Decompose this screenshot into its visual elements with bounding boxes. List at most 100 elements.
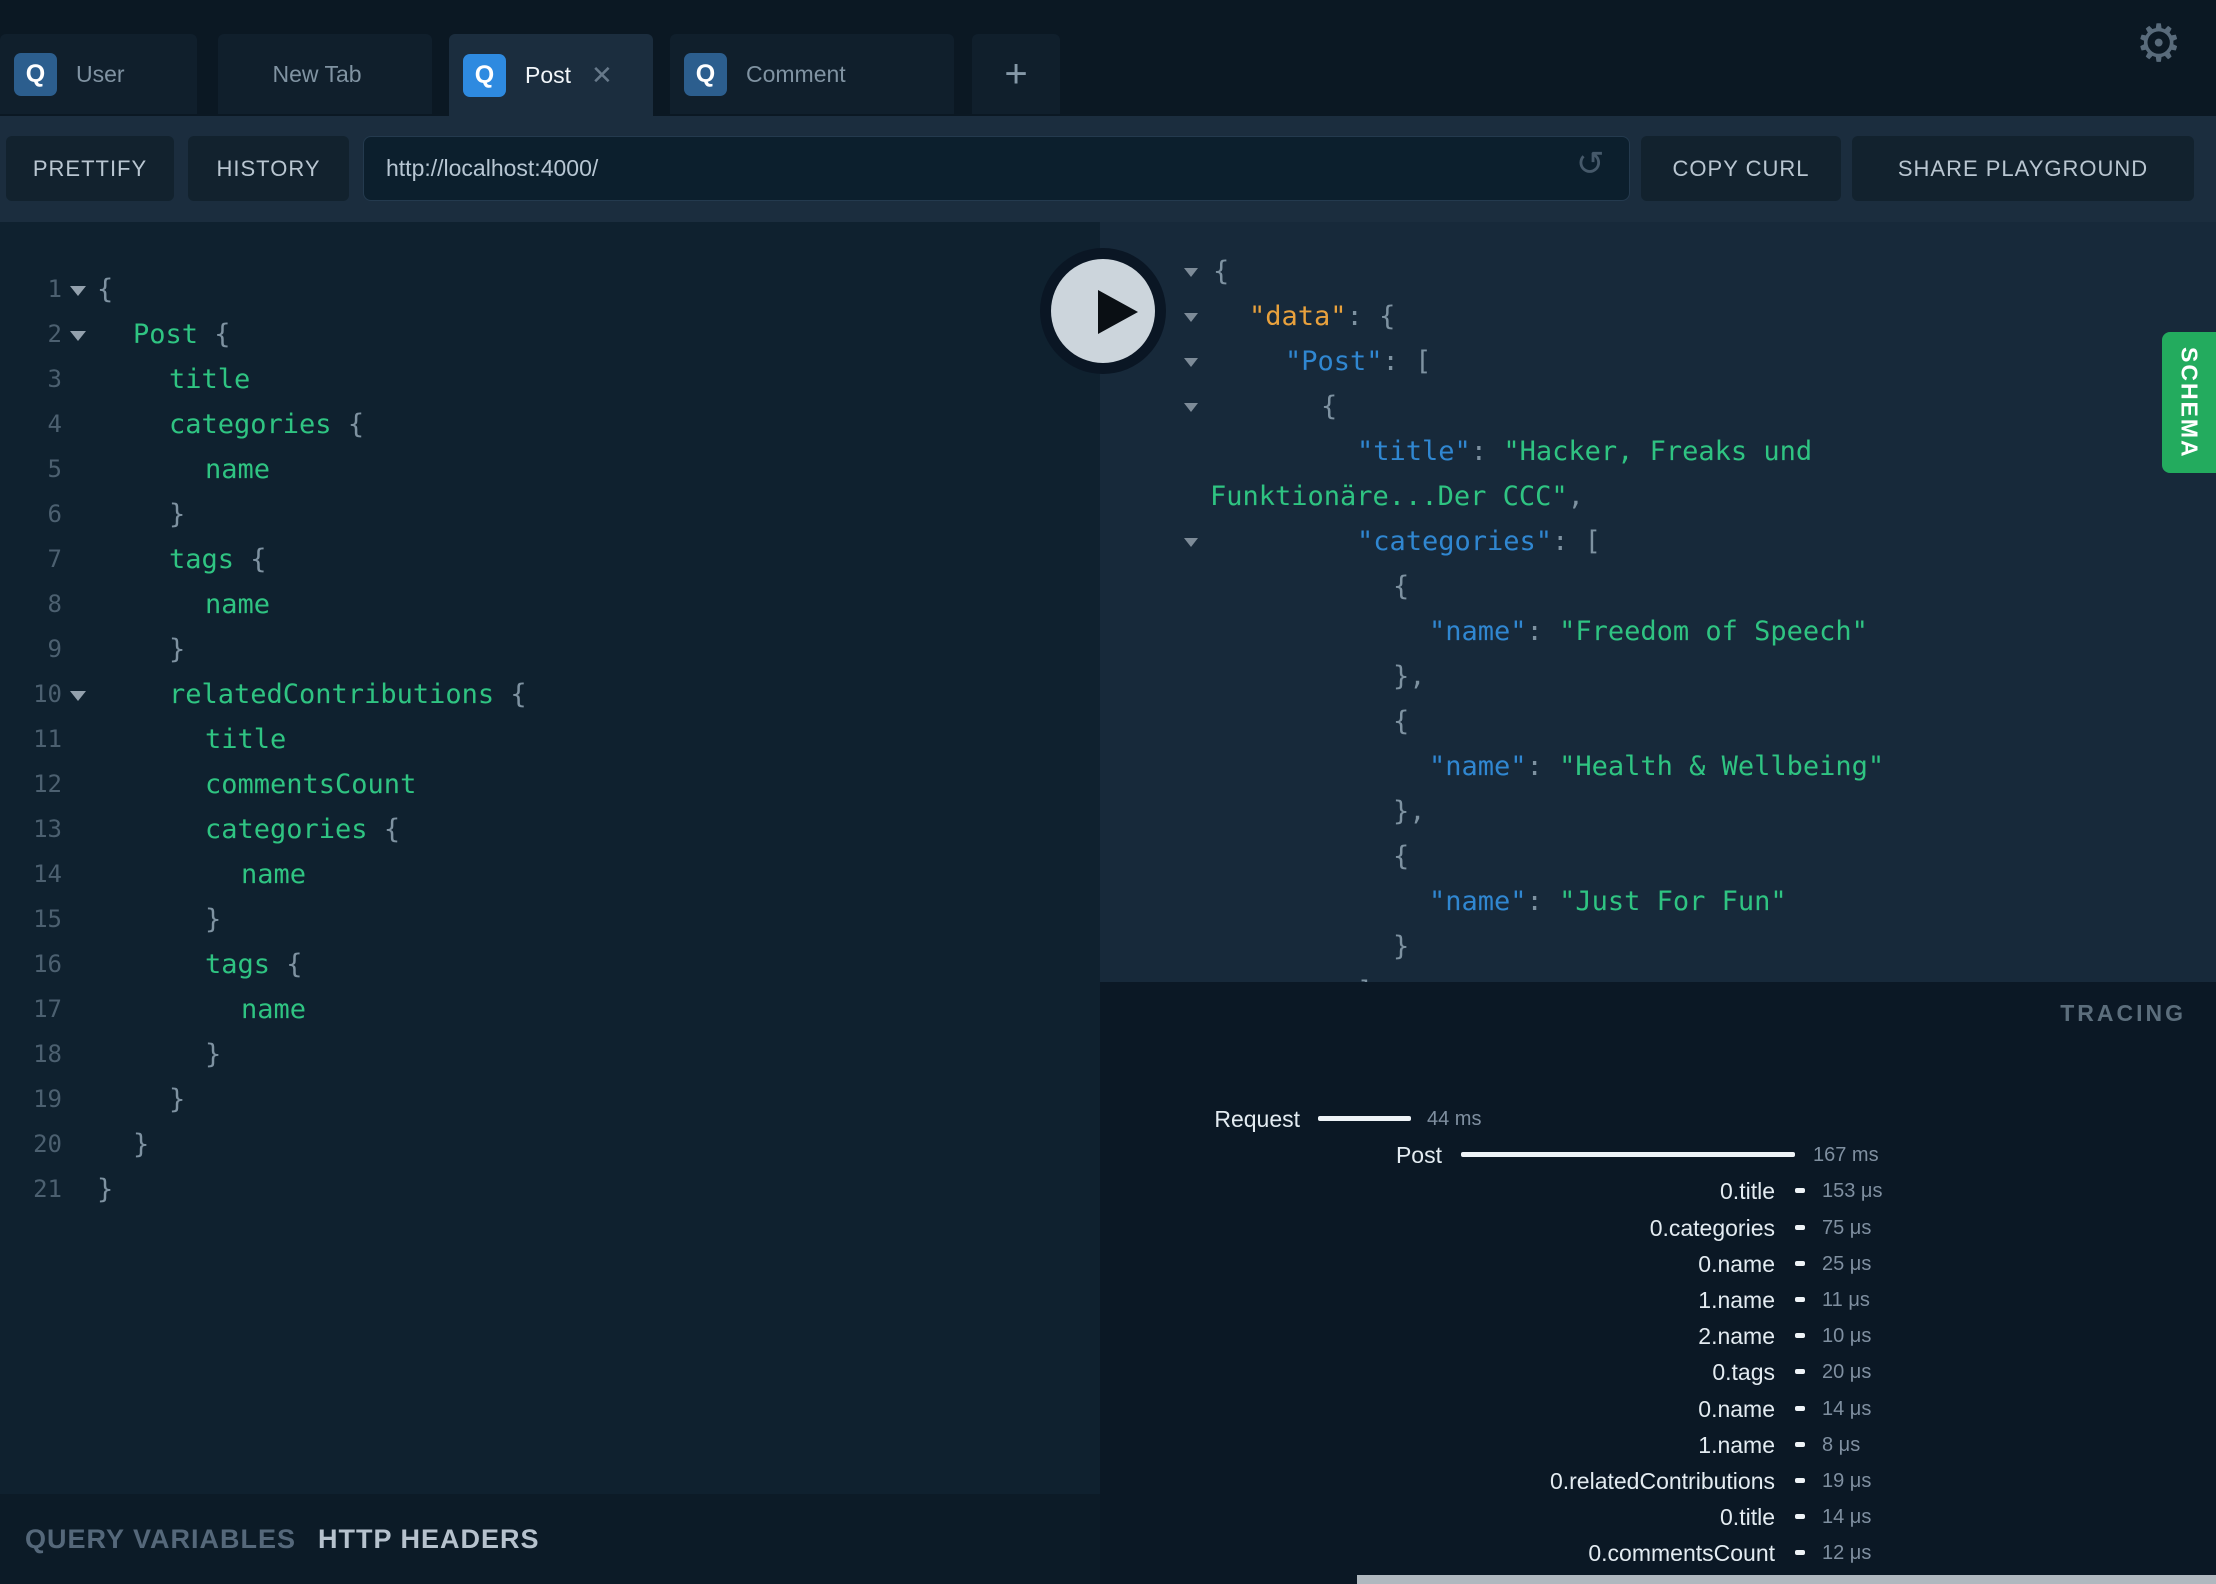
code-token: {	[383, 814, 401, 845]
code-token: "Post"	[1285, 346, 1383, 377]
query-badge: Q	[684, 52, 727, 96]
execute-query-button[interactable]	[1040, 248, 1166, 374]
editor-line[interactable]: 15}	[0, 897, 1100, 942]
copy-curl-button[interactable]: COPY CURL	[1641, 136, 1841, 201]
prettify-button[interactable]: PRETTIFY	[6, 136, 174, 201]
query-editor[interactable]: 1{2 Post {3 title 4 categories {5 name 6} 7 tags…	[0, 222, 1100, 1494]
editor-line[interactable]: 18}	[0, 1032, 1100, 1077]
code-text: }	[169, 492, 185, 537]
editor-line[interactable]: 6}	[0, 492, 1100, 537]
collapse-arrow-icon[interactable]	[1184, 358, 1198, 374]
code-token: name	[241, 994, 307, 1025]
code-text: tags {	[169, 537, 267, 582]
editor-line[interactable]: 4 categories {	[0, 402, 1100, 447]
tracing-bar	[1318, 1116, 1411, 1121]
tab-new-tab[interactable]: New Tab	[218, 34, 432, 114]
code-text: }	[97, 1167, 113, 1212]
code-token: }	[169, 634, 186, 665]
tracing-title: TRACING	[2060, 1000, 2186, 1026]
tracing-row: 2.name 10 μs	[1100, 1318, 2216, 1354]
close-tab-icon[interactable]: ✕	[591, 62, 613, 88]
code-token: {	[214, 319, 231, 350]
tracing-time: 20 μs	[1822, 1361, 1872, 1384]
code-token: {	[510, 679, 527, 710]
line-number: 20	[33, 1130, 62, 1158]
code-token: tags	[205, 949, 287, 980]
collapse-arrow-icon[interactable]	[1184, 538, 1198, 554]
collapse-arrow-icon[interactable]	[1184, 268, 1198, 284]
editor-line[interactable]: 5 name	[0, 447, 1100, 492]
http-headers-tab[interactable]: HTTP HEADERS	[318, 1494, 540, 1584]
editor-line[interactable]: 16 tags {	[0, 942, 1100, 987]
editor-line[interactable]: 8 name	[0, 582, 1100, 627]
editor-line[interactable]: 9}	[0, 627, 1100, 672]
code-token: }	[97, 1174, 114, 1205]
fold-arrow-icon[interactable]	[70, 286, 86, 304]
endpoint-url-input[interactable]	[363, 136, 1630, 201]
tracing-bar	[1795, 1333, 1805, 1339]
settings-gear-icon[interactable]: ⚙	[2135, 18, 2182, 70]
code-token: {	[1393, 571, 1410, 602]
collapse-arrow-icon[interactable]	[1184, 403, 1198, 419]
line-number: 21	[33, 1175, 62, 1203]
code-text: title	[205, 717, 286, 762]
editor-line[interactable]: 7 tags {	[0, 537, 1100, 582]
horizontal-scrollbar[interactable]	[1357, 1575, 2216, 1584]
code-token: categories	[169, 409, 348, 440]
fold-arrow-icon[interactable]	[70, 331, 86, 349]
code-token: }	[205, 904, 222, 935]
code-token: ,	[1567, 481, 1584, 512]
tracing-label: 0.tags	[1712, 1359, 1775, 1386]
code-text: name	[241, 852, 306, 897]
code-text: },	[1393, 654, 1426, 699]
tracing-time: 12 μs	[1822, 1542, 1872, 1565]
response-line: "Post": [	[1100, 339, 2216, 384]
editor-line[interactable]: 21}	[0, 1167, 1100, 1212]
response-viewer: {"data": {"Post": [{"title": "Hacker, Fr…	[1100, 222, 2216, 982]
code-token: "data"	[1249, 301, 1347, 332]
query-badge: Q	[463, 53, 506, 97]
editor-line[interactable]: 2 Post {	[0, 312, 1100, 357]
code-text: name	[205, 582, 270, 627]
code-token: :	[1382, 346, 1416, 377]
editor-bottom-bar: QUERY VARIABLES HTTP HEADERS	[0, 1494, 1100, 1584]
editor-line[interactable]: 11 title	[0, 717, 1100, 762]
editor-line[interactable]: 3 title	[0, 357, 1100, 402]
editor-line[interactable]: 19}	[0, 1077, 1100, 1122]
line-number: 2	[47, 320, 62, 348]
response-line: "name": "Health & Wellbeing"	[1100, 744, 2216, 789]
tab-comment[interactable]: Q Comment	[670, 34, 954, 114]
share-playground-button[interactable]: SHARE PLAYGROUND	[1852, 136, 2194, 201]
tracing-time: 167 ms	[1813, 1144, 1879, 1167]
editor-line[interactable]: 10 relatedContributions {	[0, 672, 1100, 717]
collapse-arrow-icon[interactable]	[1184, 313, 1198, 329]
fold-arrow-icon[interactable]	[70, 691, 86, 709]
tab-label: New Tab	[272, 60, 362, 87]
line-number: 15	[33, 905, 62, 933]
history-button[interactable]: HISTORY	[188, 136, 349, 201]
tracing-bar	[1795, 1369, 1805, 1375]
tracing-row: 0.relatedContributions 19 μs	[1100, 1463, 2216, 1499]
editor-line[interactable]: 20}	[0, 1122, 1100, 1167]
code-token: {	[1393, 841, 1410, 872]
response-line: "categories": [	[1100, 519, 2216, 564]
add-tab-button[interactable]: +	[972, 34, 1060, 114]
editor-line[interactable]: 13 categories {	[0, 807, 1100, 852]
tab-post[interactable]: Q Post ✕	[449, 34, 653, 116]
editor-line[interactable]: 12 commentsCount	[0, 762, 1100, 807]
editor-line[interactable]: 17 name	[0, 987, 1100, 1032]
query-variables-tab[interactable]: QUERY VARIABLES	[25, 1494, 296, 1584]
editor-line[interactable]: 1{	[0, 267, 1100, 312]
schema-sidebar-button[interactable]: SCHEMA	[2162, 332, 2216, 473]
tracing-time: 11 μs	[1822, 1289, 1870, 1311]
tab-user[interactable]: Q User	[0, 34, 197, 114]
tracing-row: 0.name 14 μs	[1100, 1391, 2216, 1427]
line-number: 14	[33, 860, 62, 888]
line-number: 8	[47, 590, 62, 618]
code-token: relatedContributions	[169, 679, 511, 710]
editor-line[interactable]: 14 name	[0, 852, 1100, 897]
code-text: "Post": [	[1285, 339, 1431, 384]
code-token: "categories"	[1357, 526, 1553, 557]
response-line: "data": {	[1100, 294, 2216, 339]
reload-schema-icon[interactable]: ↺	[1576, 144, 1605, 184]
